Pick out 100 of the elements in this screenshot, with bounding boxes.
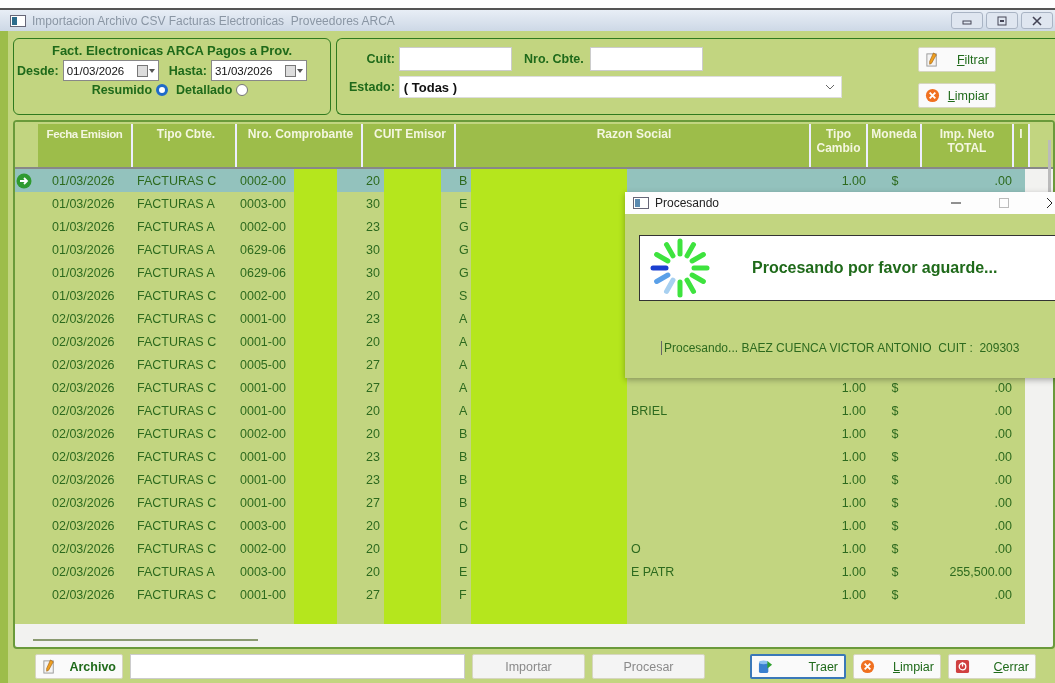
table-cell: $ [891, 472, 899, 487]
table-cell: 0005-00 [240, 357, 286, 372]
table-cell: 30 [366, 242, 380, 257]
table-cell: 23 [366, 449, 380, 464]
cuit-label: Cuit: [365, 52, 395, 66]
number-label: Nro. Cbte. [524, 52, 584, 66]
progress-status-text: Procesando... BAEZ CUENCA VICTOR ANTONIO CUIT : 209303 [664, 341, 1020, 355]
table-row[interactable]: 02/03/2026 FACTURAS C 0003-00 20 C 1.00 $ .00 [15, 514, 1025, 537]
status-label: Estado: [349, 80, 395, 94]
table-cell: 0002-00 [240, 288, 286, 303]
column-header: Razon Social [456, 124, 811, 167]
table-cell: $ [891, 518, 899, 533]
table-row[interactable]: 02/03/2026 FACTURAS A 0003-00 20 E E PATR 1.00 $ 255,500.00 [15, 560, 1025, 583]
table-cell: FACTURAS A [137, 242, 215, 257]
table-cell: 01/03/2026 [52, 196, 115, 211]
table-cell: FACTURAS C [137, 541, 217, 556]
table-cell: 20 [366, 518, 380, 533]
table-cell: 27 [366, 587, 380, 602]
table-cell: $ [891, 587, 899, 602]
table-cell: 23 [366, 311, 380, 326]
table-cell: 01/03/2026 [52, 219, 115, 234]
table-cell: 20 [366, 564, 380, 579]
table-cell: 0001-00 [240, 587, 286, 602]
table-cell: FACTURAS C [137, 173, 217, 188]
filter-panel-button[interactable]: Filtrar [917, 47, 996, 72]
table-row[interactable]: 02/03/2026 FACTURAS C 0001-00 23 B 1.00 $ .00 [15, 468, 1025, 491]
table-row[interactable]: 02/03/2026 FACTURAS C 0001-00 20 A BRIEL 1.00 $ .00 [15, 399, 1025, 422]
table-cell: 01/03/2026 [52, 288, 115, 303]
table-cell: E PATR [631, 564, 675, 579]
table-cell: FACTURAS C [137, 426, 217, 441]
table-cell: $ [891, 426, 899, 441]
table-cell: 23 [366, 219, 380, 234]
column-header: Fecha Emision [38, 124, 133, 167]
table-cell-text: S [459, 288, 469, 303]
table-cell-text: C [459, 518, 470, 533]
table-cell: 30 [366, 265, 380, 280]
action-button[interactable]: Archivo [35, 654, 123, 679]
table-cell: 0629-06 [240, 265, 286, 280]
table-cell: $ [891, 380, 899, 395]
table-cell: FACTURAS C [137, 357, 217, 372]
table-row[interactable]: 02/03/2026 FACTURAS C 0002-00 20 B 1.00 $ .00 [15, 422, 1025, 445]
to-date-field[interactable]: 31/03/2026 [210, 60, 307, 81]
table-cell: 0001-00 [240, 311, 286, 326]
table-cell: FACTURAS C [137, 334, 217, 349]
table-cell: 0629-06 [240, 242, 286, 257]
column-header: CUIT Emisor [363, 124, 456, 167]
table-cell: .00 [994, 587, 1012, 602]
action-button[interactable]: Limpiar [853, 654, 941, 679]
table-cell-text: A [459, 334, 469, 349]
table-cell: $ [891, 564, 899, 579]
table-cell-text: F [459, 587, 468, 602]
table-cell: $ [891, 173, 899, 188]
table-cell: 20 [366, 541, 380, 556]
table-cell: 0003-00 [240, 564, 286, 579]
table-cell: 20 [366, 403, 380, 418]
table-row[interactable]: 02/03/2026 FACTURAS C 0001-00 27 F 1.00 $ .00 [15, 583, 1025, 606]
table-cell: FACTURAS A [137, 265, 215, 280]
table-cell-text: E [459, 564, 469, 579]
table-cell-text: G [459, 242, 470, 257]
table-cell: 20 [366, 334, 380, 349]
table-cell: FACTURAS C [137, 587, 217, 602]
column-header: Imp. Neto TOTAL [922, 124, 1014, 167]
column-header: I [1014, 124, 1030, 167]
table-cell: 20 [366, 288, 380, 303]
column-header: Moneda [868, 124, 922, 167]
column-header: Tipo Cbte. [133, 124, 237, 167]
table-cell: 02/03/2026 [52, 587, 115, 602]
table-cell: FACTURAS C [137, 518, 217, 533]
action-button[interactable]: Traer [750, 654, 846, 679]
from-label: Desde: [17, 63, 59, 78]
table-cell: 0001-00 [240, 380, 286, 395]
table-row[interactable]: 02/03/2026 FACTURAS C 0001-00 27 A 1.00 $ .00 [15, 376, 1025, 399]
table-cell: 1.00 [841, 587, 866, 602]
action-button[interactable]: Cerrar [948, 654, 1036, 679]
table-row[interactable]: 02/03/2026 FACTURAS C 0002-00 20 D O 1.00 $ .00 [15, 537, 1025, 560]
table-cell: 20 [366, 173, 380, 188]
table-cell: .00 [994, 173, 1012, 188]
table-cell: 0002-00 [240, 219, 286, 234]
table-cell: 1.00 [841, 495, 866, 510]
table-cell: 02/03/2026 [52, 449, 115, 464]
table-cell-text: B [459, 426, 469, 441]
table-cell-text: B [459, 449, 469, 464]
table-cell: 1.00 [841, 518, 866, 533]
table-cell: $ [891, 541, 899, 556]
table-cell: 01/03/2026 [52, 265, 115, 280]
table-cell: 0003-00 [240, 196, 286, 211]
table-cell: 0002-00 [240, 173, 286, 188]
table-cell-text: D [459, 541, 470, 556]
status-dropdown[interactable]: ( Todas ) [398, 76, 842, 98]
filter-panel-button[interactable]: Limpiar [917, 83, 996, 108]
table-row[interactable]: 02/03/2026 FACTURAS C 0001-00 27 B 1.00 $ .00 [15, 491, 1025, 514]
table-cell: FACTURAS C [137, 288, 217, 303]
from-date-field[interactable]: 01/03/2026 [62, 60, 159, 81]
table-cell: 27 [366, 495, 380, 510]
table-row[interactable]: 02/03/2026 FACTURAS C 0001-00 23 B 1.00 $ .00 [15, 445, 1025, 468]
table-cell: FACTURAS C [137, 449, 217, 464]
window-title: Importacion Archivo CSV Facturas Electronicas Proveedores ARCA [32, 13, 395, 28]
table-cell: .00 [994, 472, 1012, 487]
table-cell: 1.00 [841, 472, 866, 487]
table-cell-text: G [459, 219, 470, 234]
